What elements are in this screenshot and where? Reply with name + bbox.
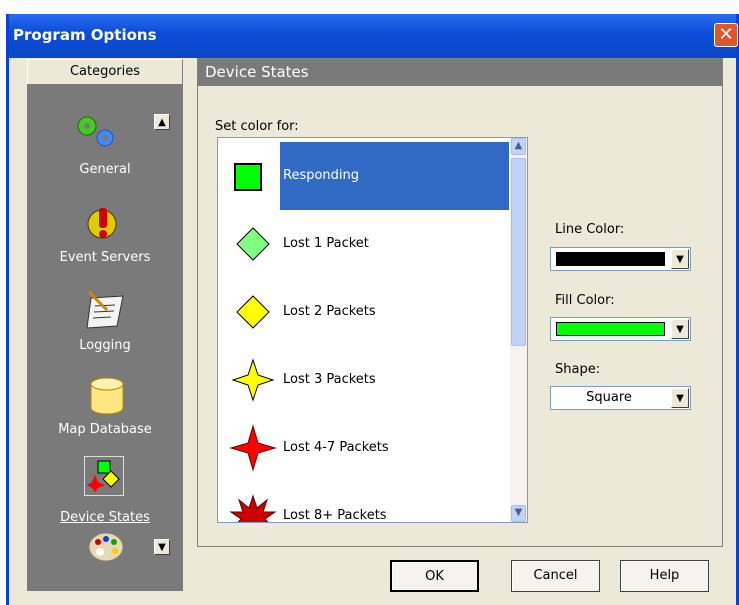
scroll-up-arrow[interactable]: ▲ [511,138,526,155]
state-label: Lost 8+ Packets [283,508,387,523]
log-icon [86,290,124,329]
categories-header[interactable]: Categories [27,59,183,85]
chevron-down-icon[interactable]: ▼ [671,388,689,408]
fill-color-dropdown[interactable]: ▼ [550,317,691,341]
list-item-lost-8-plus[interactable]: Lost 8+ Packets [218,482,509,523]
cancel-button[interactable]: Cancel [511,560,600,592]
database-icon [90,377,124,415]
device-state-list[interactable]: Responding Lost 1 Packet Lost 2 Packets … [217,137,528,523]
window-title: Program Options [13,26,157,44]
panel-title: Device States [198,59,722,86]
chevron-down-icon[interactable]: ▼ [671,249,689,269]
categories-panel: ▲ ▼ General Event Servers Logging Map Da… [27,84,183,591]
ok-button[interactable]: OK [390,560,479,592]
category-event-servers[interactable]: Event Servers [27,202,183,274]
category-label-event-servers: Event Servers [59,250,151,265]
fill-color-label: Fill Color: [555,293,615,308]
star4-icon [231,358,275,402]
burst-icon [229,494,277,522]
list-item-lost-4-7[interactable]: Lost 4-7 Packets [218,414,509,482]
list-item-lost-3[interactable]: Lost 3 Packets [218,346,509,414]
set-color-label: Set color for: [215,119,299,134]
title-bar[interactable]: Program Options ✕ [9,14,738,58]
list-item-lost-2[interactable]: Lost 2 Packets [218,278,509,346]
scroll-down-arrow[interactable]: ▼ [511,505,526,522]
square-icon [234,163,262,191]
shape-value: Square [586,390,632,405]
gears-icon [77,116,114,147]
line-color-label: Line Color: [555,222,625,237]
palette-icon [88,532,124,562]
category-label-device-states: Device States [60,510,150,525]
category-label-logging: Logging [79,338,131,353]
category-device-states[interactable]: Device States [27,454,183,530]
state-label: Lost 1 Packet [283,236,369,251]
close-button[interactable]: ✕ [714,23,738,47]
diamond-icon [236,227,270,261]
category-label-general: General [79,162,131,177]
state-label: Lost 3 Packets [283,372,376,387]
line-color-dropdown[interactable]: ▼ [550,247,691,271]
list-scrollbar[interactable]: ▲ ▼ [510,138,527,522]
chevron-down-icon[interactable]: ▼ [671,319,689,339]
list-item-lost-1[interactable]: Lost 1 Packet [218,210,509,278]
shape-dropdown[interactable]: Square ▼ [550,386,691,410]
state-label: Responding [283,168,360,183]
star4-icon [229,424,277,472]
state-label: Lost 4-7 Packets [283,440,389,455]
shape-label: Shape: [555,362,601,377]
category-label-map-database: Map Database [58,422,152,437]
diamond-icon [236,295,270,329]
category-logging[interactable]: Logging [27,290,183,362]
category-appearance[interactable] [27,530,183,570]
state-icon-wrap [218,142,280,210]
list-item-responding[interactable]: Responding [218,142,509,210]
line-color-swatch [556,252,665,266]
scroll-thumb[interactable] [511,158,526,346]
category-map-database[interactable]: Map Database [27,376,183,448]
fill-color-swatch [556,322,665,336]
alert-icon [87,208,117,239]
state-label: Lost 2 Packets [283,304,376,319]
device-states-icon [87,460,120,492]
help-button[interactable]: Help [620,560,709,592]
category-general[interactable]: General [27,112,183,184]
